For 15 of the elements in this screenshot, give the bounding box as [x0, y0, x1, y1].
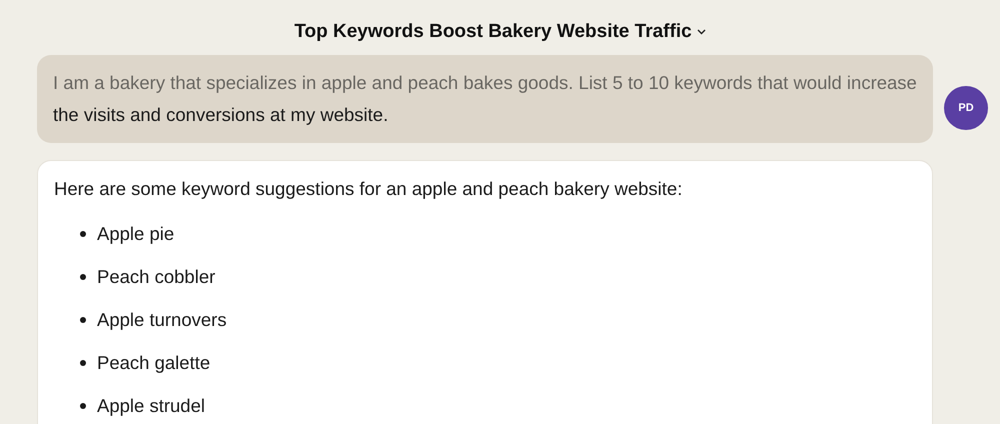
conversation-title[interactable]: Top Keywords Boost Bakery Website Traffic — [294, 18, 706, 46]
bullet-dot — [80, 360, 86, 366]
keyword-item: Apple pie — [97, 222, 174, 244]
bullet-dot — [80, 274, 86, 280]
bullet-dot — [80, 316, 86, 322]
response-intro: Here are some keyword suggestions for an apple and peach bakery website: — [54, 177, 684, 201]
caret-icon — [696, 29, 706, 35]
keyword-item: Peach cobbler — [97, 266, 216, 288]
keyword-item: Apple turnovers — [97, 308, 227, 330]
keyword-item: Apple strudel — [97, 394, 205, 416]
keyword-item: Peach galette — [97, 352, 210, 374]
user-message: I am a bakery that specializes in apple and peach bakes goods. List 5 to 10 keywords that would increase the visits and conversions at my website. — [53, 71, 917, 127]
bullet-dot — [80, 402, 86, 408]
user-avatar[interactable]: PD — [944, 86, 988, 130]
bullet-dot — [80, 230, 86, 236]
